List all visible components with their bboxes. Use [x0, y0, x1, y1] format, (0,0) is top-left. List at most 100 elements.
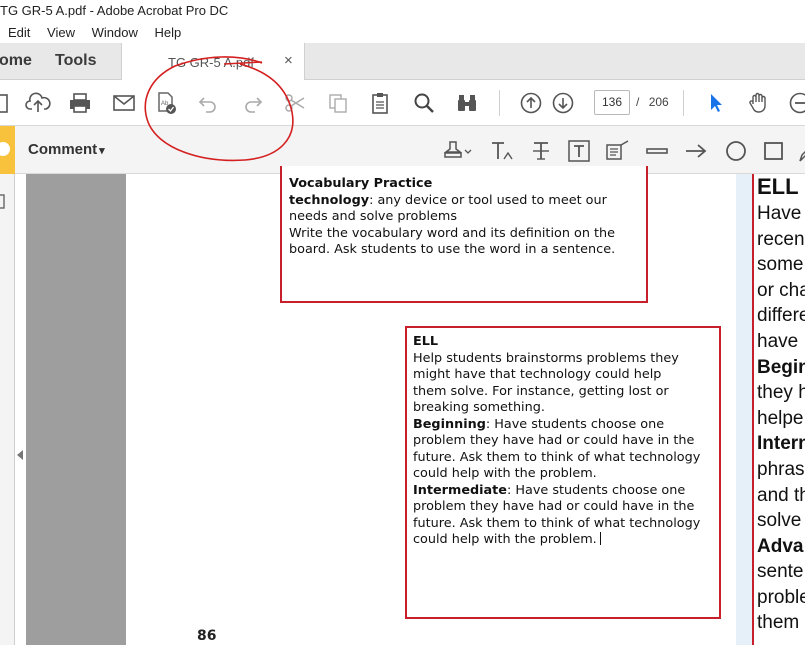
adjacent-heading: ELL: [757, 174, 799, 199]
search-icon[interactable]: [410, 89, 438, 117]
adjacent-line: Intern: [757, 433, 805, 454]
adjacent-line: proble: [757, 587, 805, 608]
adjacent-line: sente: [757, 561, 804, 582]
panel-gutter: [16, 174, 26, 645]
vocabulary-practice-box[interactable]: Vocabulary Practice technology: any devi…: [280, 166, 648, 303]
tab-document[interactable]: TG GR-5 A.pdf ×: [121, 43, 305, 81]
zoom-out-icon[interactable]: [786, 89, 805, 117]
page-up-icon[interactable]: [517, 89, 545, 117]
page-number-input[interactable]: 136: [594, 90, 630, 115]
menu-bar: Edit View Window Help: [0, 22, 805, 43]
menu-edit[interactable]: Edit: [8, 22, 30, 43]
cut-icon[interactable]: [281, 89, 309, 117]
adjacent-line: Have: [757, 203, 802, 224]
collapse-panel-icon[interactable]: [15, 448, 25, 462]
vocabulary-definition-line: needs and solve problems: [289, 209, 458, 224]
beginning-line: could help with the problem.: [413, 466, 597, 481]
redo-icon[interactable]: [239, 89, 267, 117]
adjacent-line: and th: [757, 485, 805, 506]
ell-intro-line: them solve. For instance, getting lost o…: [413, 383, 669, 399]
vocabulary-term: technology: [289, 192, 370, 208]
adjacent-line: they h: [757, 382, 805, 403]
beginning-line: problem they have had or could have in t…: [413, 433, 695, 448]
tabs-row: ome Tools TG GR-5 A.pdf ×: [0, 43, 805, 81]
adjacent-line: solve: [757, 510, 802, 531]
close-tab-icon[interactable]: ×: [284, 52, 293, 69]
paste-icon[interactable]: [366, 89, 394, 117]
text-edit-icon[interactable]: [490, 138, 516, 164]
window-title: TG GR-5 A.pdf - Adobe Acrobat Pro DC: [0, 3, 229, 18]
ell-intro-line: might have that technology could help: [413, 367, 662, 382]
ell-box[interactable]: ELL Help students brainstorms problems t…: [405, 326, 721, 619]
toolbar-divider: [499, 90, 500, 116]
adjacent-line: Begin: [757, 357, 805, 378]
toolbar-divider: [683, 90, 684, 116]
vocabulary-heading: Vocabulary Practice: [289, 176, 433, 191]
menu-view[interactable]: View: [47, 22, 75, 43]
intermediate-line: could help with the problem.: [413, 532, 597, 547]
strikethrough-icon[interactable]: [528, 138, 554, 164]
ell-intro-line: Help students brainstorms problems they: [413, 350, 679, 366]
pencil-icon[interactable]: [795, 138, 805, 164]
page-number: 86: [197, 628, 217, 644]
adjacent-line: Adva: [757, 536, 804, 557]
adjacent-line: them: [757, 612, 800, 633]
comment-dropdown[interactable]: Comment ▾: [28, 141, 105, 158]
rectangle-icon[interactable]: [761, 138, 787, 164]
oval-icon[interactable]: [723, 138, 749, 164]
adjacent-line: recen: [757, 229, 805, 250]
page-gap-strip: [736, 174, 752, 645]
hand-tool-icon[interactable]: [745, 89, 773, 117]
adjacent-line: some: [757, 254, 804, 275]
vocabulary-instruction-line: board. Ask students to use the word in a…: [289, 242, 616, 257]
beginning-line: future. Ask them to think of what techno…: [413, 449, 701, 465]
page-total-label: / 206: [636, 95, 669, 109]
adjacent-page-column: ELL Have recen some or cha differe have …: [752, 174, 805, 645]
vocabulary-definition: : any device or tool used to meet our: [369, 192, 607, 208]
save-as-pdf-icon[interactable]: Ab: [152, 89, 180, 117]
adjacent-line: have: [757, 331, 799, 352]
intermediate-line: problem they have had or could have in t…: [413, 499, 695, 514]
intermediate-label: Intermediate: [413, 482, 507, 498]
ell-intro-line: breaking something.: [413, 400, 545, 415]
print-icon[interactable]: [66, 89, 94, 117]
adjacent-line: or cha: [757, 280, 805, 301]
menu-window[interactable]: Window: [92, 22, 138, 43]
create-pdf-icon[interactable]: [0, 89, 14, 117]
main-toolbar: Ab: [0, 80, 805, 126]
page-thumbnails-icon[interactable]: [0, 194, 8, 210]
line-icon[interactable]: [644, 138, 670, 164]
select-cursor-icon[interactable]: [702, 89, 730, 117]
stamp-icon[interactable]: [442, 138, 474, 164]
upload-icon[interactable]: [24, 89, 52, 117]
text-cursor: [599, 532, 601, 545]
intermediate-text: : Have students choose one: [506, 482, 686, 498]
beginning-label: Beginning: [413, 416, 486, 432]
adjacent-line: helpe: [757, 408, 804, 429]
text-callout-icon[interactable]: [605, 138, 631, 164]
page-down-icon[interactable]: [549, 89, 577, 117]
text-box-icon[interactable]: [566, 138, 592, 164]
document-tab-title: TG GR-5 A.pdf: [168, 55, 254, 70]
tab-home[interactable]: ome: [0, 52, 32, 70]
ell-heading: ELL: [413, 334, 439, 349]
adjacent-line: phras: [757, 459, 805, 480]
undo-icon[interactable]: [194, 89, 222, 117]
window-title-bar: TG GR-5 A.pdf - Adobe Acrobat Pro DC: [0, 0, 805, 22]
page-margin-gray: [26, 174, 126, 645]
left-navigation-panel: [0, 174, 15, 645]
arrow-icon[interactable]: [684, 138, 710, 164]
adjacent-line: differe: [757, 305, 805, 326]
page-total: 206: [648, 95, 669, 109]
email-icon[interactable]: [110, 89, 138, 117]
comment-label: Comment: [28, 141, 98, 158]
vocabulary-instruction-line: Write the vocabulary word and its defini…: [289, 225, 616, 241]
page-separator: /: [636, 95, 640, 109]
bookmark-icon[interactable]: [0, 264, 8, 278]
menu-help[interactable]: Help: [154, 22, 181, 43]
comment-indicator[interactable]: [0, 126, 15, 174]
tab-tools[interactable]: Tools: [55, 52, 96, 70]
copy-icon[interactable]: [324, 89, 352, 117]
beginning-text: : Have students choose one: [485, 416, 665, 432]
binoculars-icon[interactable]: [453, 89, 481, 117]
